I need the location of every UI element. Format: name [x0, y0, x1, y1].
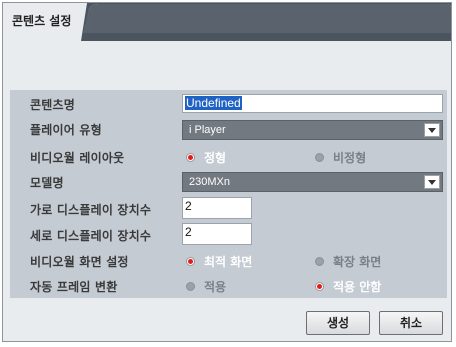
chevron-down-icon[interactable] — [424, 175, 440, 189]
create-button[interactable]: 생성 — [306, 311, 370, 335]
radio-unselected-icon — [186, 282, 195, 291]
radio-unselected-icon — [315, 153, 324, 162]
screen-setting-label: 비디오월 화면 설정 — [30, 255, 129, 269]
auto-not-apply-label: 적용 안함 — [333, 280, 382, 294]
settings-form: 콘텐츠명 Undefined 플레이어 유형 i Player 비디오월 레이아… — [10, 90, 447, 298]
content-settings-dialog: 콘텐츠 설정 콘텐츠명 Undefined 플레이어 유형 i Player 비… — [2, 2, 452, 342]
content-name-value: Undefined — [185, 96, 242, 110]
model-select[interactable]: 230MXn — [182, 172, 443, 192]
layout-irregular-label: 비정형 — [333, 151, 367, 165]
horizontal-count-value: 2 — [185, 199, 192, 213]
auto-apply-label: 적용 — [204, 280, 227, 294]
radio-unselected-icon — [315, 257, 324, 266]
content-name-input[interactable]: Undefined — [182, 94, 443, 113]
chevron-down-icon[interactable] — [424, 123, 440, 137]
model-label: 모델명 — [30, 176, 64, 190]
screen-extended-radio[interactable]: 확장 화면 — [315, 253, 381, 270]
radio-selected-icon — [315, 282, 324, 291]
content-name-label: 콘텐츠명 — [30, 98, 75, 112]
video-layout-label: 비디오월 레이아웃 — [30, 151, 125, 165]
screen-optimal-label: 최적 화면 — [204, 255, 253, 269]
layout-regular-radio[interactable]: 정형 — [186, 149, 226, 166]
auto-frame-label: 자동 프레임 변환 — [30, 280, 118, 294]
vertical-count-value: 2 — [185, 225, 192, 239]
vertical-count-label: 세로 디스플레이 장치수 — [30, 229, 152, 243]
horizontal-count-label: 가로 디스플레이 장치수 — [30, 203, 152, 217]
model-value: 230MXn — [189, 176, 230, 188]
player-type-value: i Player — [189, 124, 226, 136]
screen-optimal-radio[interactable]: 최적 화면 — [186, 253, 252, 270]
player-type-select[interactable]: i Player — [182, 120, 443, 140]
vertical-count-input[interactable]: 2 — [182, 223, 252, 245]
horizontal-count-input[interactable]: 2 — [182, 197, 252, 219]
screen-extended-label: 확장 화면 — [333, 255, 382, 269]
title-bar: 콘텐츠 설정 — [3, 3, 451, 41]
layout-irregular-radio[interactable]: 비정형 — [315, 149, 366, 166]
dialog-title: 콘텐츠 설정 — [12, 14, 72, 28]
radio-selected-icon — [186, 153, 195, 162]
auto-apply-radio[interactable]: 적용 — [186, 278, 226, 295]
player-type-label: 플레이어 유형 — [30, 123, 102, 137]
layout-regular-label: 정형 — [204, 151, 227, 165]
auto-not-apply-radio[interactable]: 적용 안함 — [315, 278, 381, 295]
radio-selected-icon — [186, 257, 195, 266]
cancel-button[interactable]: 취소 — [379, 311, 443, 335]
